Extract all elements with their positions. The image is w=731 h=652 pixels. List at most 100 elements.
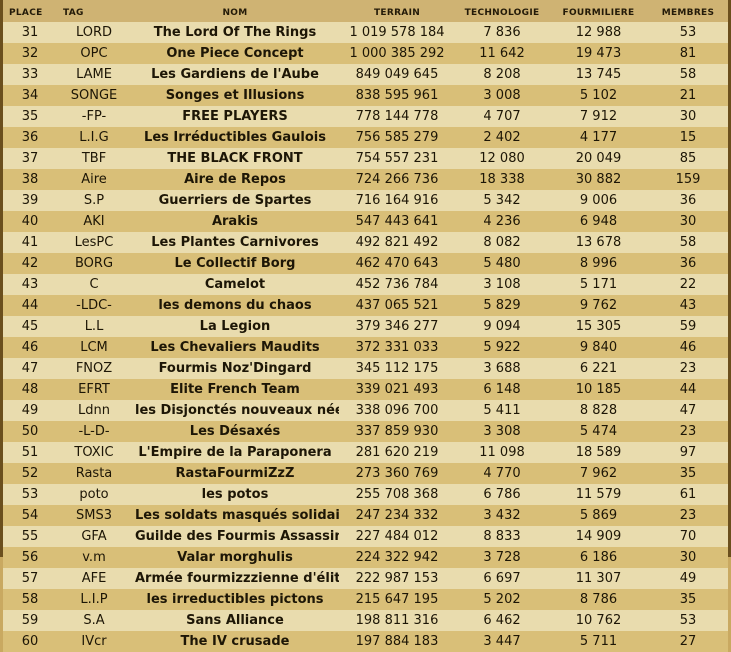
row-nom: les potos xyxy=(201,487,269,502)
alliance-ranking-table: Place Tag Nom Terrain Technologie Fourmi… xyxy=(0,0,731,652)
table-row[interactable]: 51 TOXIC L'Empire de la Paraponera 281 620 … xyxy=(3,442,728,463)
row-nom: Guilde des Fourmis Assassines xyxy=(135,529,339,544)
table-row[interactable]: 34 SONGE Songes et Illusions 838 595 961 3 0… xyxy=(3,85,728,106)
row-fourmiliere: 6 186 xyxy=(579,550,618,565)
row-tag: poto xyxy=(79,487,109,502)
row-terrain: 492 821 492 xyxy=(355,235,439,250)
table-row[interactable]: 35 -FP- FREE PLAYERS 778 144 778 4 707 7 912 3… xyxy=(3,106,728,127)
table-row[interactable]: 33 LAME Les Gardiens de l'Aube 849 049 645 8… xyxy=(3,64,728,85)
row-tag: AFE xyxy=(81,571,107,586)
row-tag: L.I.P xyxy=(80,592,108,607)
row-terrain: 198 811 316 xyxy=(355,613,439,628)
row-tag: FNOZ xyxy=(75,361,113,376)
row-nom: Valar morghulis xyxy=(177,550,293,565)
table-row[interactable]: 48 EFRT Elite French Team 339 021 493 6 148 1… xyxy=(3,379,728,400)
row-membres: 21 xyxy=(679,88,697,103)
column-header-nom[interactable]: Nom xyxy=(131,0,339,22)
row-membres: 35 xyxy=(679,466,697,481)
row-technologie: 5 480 xyxy=(483,256,521,271)
row-membres: 53 xyxy=(679,25,697,40)
column-header-tag[interactable]: Tag xyxy=(57,0,131,22)
row-terrain: 338 096 700 xyxy=(355,403,439,418)
table-row[interactable]: 46 LCM Les Chevaliers Maudits 372 331 033 5 … xyxy=(3,337,728,358)
row-nom: Arakis xyxy=(211,214,259,229)
row-technologie: 12 080 xyxy=(479,151,525,166)
column-header-place[interactable]: Place xyxy=(3,0,57,22)
row-membres: 58 xyxy=(679,67,697,82)
row-nom: Les Irréductibles Gaulois xyxy=(144,130,326,145)
table-row[interactable]: 57 AFE Armée fourmizzzienne d'élite 222 987… xyxy=(3,568,728,589)
row-fourmiliere: 9 762 xyxy=(579,298,618,313)
table-body: 31 LORD The Lord Of The Rings 1 019 578 184… xyxy=(3,22,728,652)
table-row[interactable]: 43 C Camelot 452 736 784 3 108 5 171 22 xyxy=(3,274,728,295)
row-membres: 81 xyxy=(679,46,697,61)
row-nom: Elite French Team xyxy=(170,382,300,397)
row-nom: Les Chevaliers Maudits xyxy=(150,340,320,355)
row-tag: L.I.G xyxy=(79,130,109,145)
row-membres: 27 xyxy=(679,634,697,649)
row-technologie: 2 402 xyxy=(483,130,521,145)
table-row[interactable]: 47 FNOZ Fourmis Noz'Dingard 345 112 175 3 68… xyxy=(3,358,728,379)
row-fourmiliere: 30 882 xyxy=(575,172,622,187)
table-row[interactable]: 50 -L-D- Les Désaxés 337 859 930 3 308 5 474 2… xyxy=(3,421,728,442)
column-header-fourmiliere[interactable]: Fourmiliere xyxy=(549,0,648,22)
row-terrain: 379 346 277 xyxy=(355,319,439,334)
row-tag: OPC xyxy=(80,46,108,61)
row-tag: EFRT xyxy=(78,382,110,397)
row-membres: 97 xyxy=(679,445,697,460)
table-row[interactable]: 58 L.I.P les irreductibles pictons 215 647 … xyxy=(3,589,728,610)
table-row[interactable]: 49 Ldnn les Disjonctés nouveaux née 338 096… xyxy=(3,400,728,421)
row-tag: LORD xyxy=(75,25,113,40)
row-technologie: 7 836 xyxy=(483,25,521,40)
row-tag: LAME xyxy=(76,67,112,82)
row-terrain: 227 484 012 xyxy=(355,529,439,544)
table-row[interactable]: 60 IVcr The IV crusade 197 884 183 3 447 5 71… xyxy=(3,631,728,652)
table-row[interactable]: 31 LORD The Lord Of The Rings 1 019 578 184… xyxy=(3,22,728,43)
row-membres: 23 xyxy=(679,424,697,439)
row-nom: FREE PLAYERS xyxy=(182,109,288,124)
table-row[interactable]: 36 L.I.G Les Irréductibles Gaulois 756 585 … xyxy=(3,127,728,148)
row-fourmiliere: 5 474 xyxy=(579,424,618,439)
table-row[interactable]: 45 L.L La Legion 379 346 277 9 094 15 305 59 xyxy=(3,316,728,337)
row-fourmiliere: 15 305 xyxy=(575,319,622,334)
column-header-membres[interactable]: Membres xyxy=(648,0,728,22)
table-row[interactable]: 52 Rasta RastaFourmiZzZ 273 360 769 4 770 7 9… xyxy=(3,463,728,484)
row-membres: 61 xyxy=(679,487,697,502)
row-technologie: 3 108 xyxy=(483,277,521,292)
row-place: 41 xyxy=(21,235,39,250)
column-header-terrain[interactable]: Terrain xyxy=(339,0,455,22)
row-membres: 43 xyxy=(679,298,697,313)
table-row[interactable]: 56 v.m Valar morghulis 224 322 942 3 728 6 18… xyxy=(3,547,728,568)
row-place: 55 xyxy=(21,529,39,544)
table-row[interactable]: 40 AKI Arakis 547 443 641 4 236 6 948 30 xyxy=(3,211,728,232)
table-row[interactable]: 54 SMS3 Les soldats masqués solidaires 3 24… xyxy=(3,505,728,526)
table-row[interactable]: 39 S.P Guerriers de Spartes 716 164 916 5 34… xyxy=(3,190,728,211)
table-row[interactable]: 38 Aire Aire de Repos 724 266 736 18 338 30 8… xyxy=(3,169,728,190)
table-row[interactable]: 41 LesPC Les Plantes Carnivores 492 821 492… xyxy=(3,232,728,253)
table-row[interactable]: 37 TBF THE BLACK FRONT 754 557 231 12 080 20 … xyxy=(3,148,728,169)
table-row[interactable]: 55 GFA Guilde des Fourmis Assassines 227 48… xyxy=(3,526,728,547)
row-place: 36 xyxy=(21,130,39,145)
table-row[interactable]: 42 BORG Le Collectif Borg 462 470 643 5 480 8… xyxy=(3,253,728,274)
row-membres: 30 xyxy=(679,214,697,229)
row-place: 57 xyxy=(21,571,39,586)
row-terrain: 462 470 643 xyxy=(355,256,439,271)
row-nom: One Piece Concept xyxy=(166,46,304,61)
row-nom: La Legion xyxy=(199,319,271,334)
row-place: 50 xyxy=(21,424,39,439)
row-place: 38 xyxy=(21,172,39,187)
column-header-technologie[interactable]: Technologie xyxy=(455,0,549,22)
row-nom: THE BLACK FRONT xyxy=(167,151,303,166)
row-technologie: 5 342 xyxy=(483,193,521,208)
table-row[interactable]: 53 poto les potos 255 708 368 6 786 11 579 61 xyxy=(3,484,728,505)
row-place: 59 xyxy=(21,613,39,628)
row-fourmiliere: 11 307 xyxy=(575,571,622,586)
row-membres: 70 xyxy=(679,529,697,544)
row-fourmiliere: 6 948 xyxy=(579,214,618,229)
row-place: 37 xyxy=(21,151,39,166)
row-place: 43 xyxy=(21,277,39,292)
table-row[interactable]: 59 S.A Sans Alliance 198 811 316 6 462 10 762… xyxy=(3,610,728,631)
row-nom: Fourmis Noz'Dingard xyxy=(158,361,312,376)
table-row[interactable]: 44 -LDC-les demons du chaos 437 065 521 5 8… xyxy=(3,295,728,316)
table-row[interactable]: 32 OPC One Piece Concept 1 000 385 292 11 64… xyxy=(3,43,728,64)
